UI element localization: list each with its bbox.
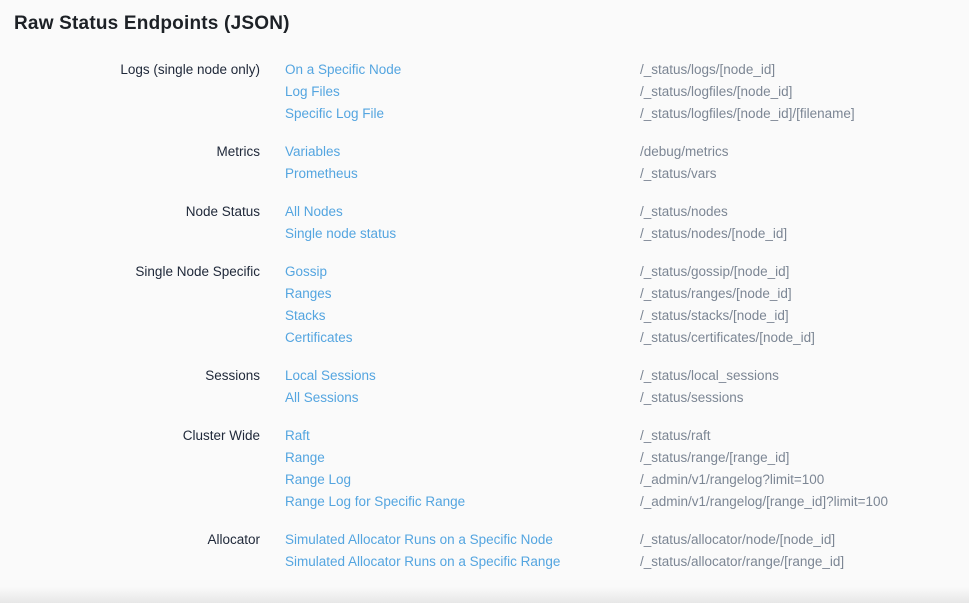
endpoint-path: /_status/nodes — [640, 201, 728, 223]
endpoint-row: All Sessions/_status/sessions — [285, 387, 969, 409]
endpoint-link[interactable]: Simulated Allocator Runs on a Specific N… — [285, 529, 640, 551]
endpoint-path: /_status/local_sessions — [640, 365, 779, 387]
endpoint-group: Metrics Variables/debug/metricsPrometheus… — [0, 141, 969, 185]
endpoint-link[interactable]: Simulated Allocator Runs on a Specific R… — [285, 551, 640, 573]
endpoint-path: /_status/allocator/range/[range_id] — [640, 551, 844, 573]
endpoint-row: Single node status/_status/nodes/[node_i… — [285, 223, 969, 245]
endpoint-path: /_status/allocator/node/[node_id] — [640, 529, 835, 551]
endpoint-group: Node Status All Nodes/_status/nodesSingle… — [0, 201, 969, 245]
endpoint-row: Prometheus/_status/vars — [285, 163, 969, 185]
endpoint-group: Logs (single node only) On a Specific Nod… — [0, 59, 969, 125]
endpoint-link[interactable]: Log Files — [285, 81, 640, 103]
endpoint-link[interactable]: Variables — [285, 141, 640, 163]
endpoint-path: /_status/ranges/[node_id] — [640, 283, 792, 305]
endpoint-row: Stacks/_status/stacks/[node_id] — [285, 305, 969, 327]
endpoint-rows: Raft/_status/raftRange/_status/range/[ra… — [285, 425, 969, 513]
endpoint-category-label: Metrics — [0, 141, 260, 185]
endpoint-link[interactable]: On a Specific Node — [285, 59, 640, 81]
endpoint-path: /_status/logs/[node_id] — [640, 59, 775, 81]
endpoint-row: Log Files/_status/logfiles/[node_id] — [285, 81, 969, 103]
endpoint-link[interactable]: All Sessions — [285, 387, 640, 409]
endpoint-row: All Nodes/_status/nodes — [285, 201, 969, 223]
endpoint-category-label: Node Status — [0, 201, 260, 245]
endpoint-rows: Local Sessions/_status/local_sessionsAll… — [285, 365, 969, 409]
endpoint-category-label: Single Node Specific — [0, 261, 260, 349]
endpoint-rows: All Nodes/_status/nodesSingle node statu… — [285, 201, 969, 245]
endpoint-row: Specific Log File/_status/logfiles/[node… — [285, 103, 969, 125]
endpoint-path: /_status/gossip/[node_id] — [640, 261, 789, 283]
page-title: Raw Status Endpoints (JSON) — [14, 13, 969, 35]
endpoint-link[interactable]: Ranges — [285, 283, 640, 305]
endpoint-groups: Logs (single node only) On a Specific Nod… — [0, 59, 969, 573]
endpoint-link[interactable]: Range Log for Specific Range — [285, 491, 640, 513]
endpoint-link[interactable]: Range Log — [285, 469, 640, 491]
endpoint-group: Cluster Wide Raft/_status/raftRange/_stat… — [0, 425, 969, 513]
endpoint-path: /_admin/v1/rangelog?limit=100 — [640, 469, 824, 491]
endpoint-path: /_status/sessions — [640, 387, 744, 409]
endpoint-path: /_status/logfiles/[node_id]/[filename] — [640, 103, 855, 125]
endpoint-category-label: Logs (single node only) — [0, 59, 260, 125]
endpoint-link[interactable]: Certificates — [285, 327, 640, 349]
endpoint-group: Single Node Specific Gossip/_status/gossi… — [0, 261, 969, 349]
endpoint-link[interactable]: Stacks — [285, 305, 640, 327]
endpoint-row: Local Sessions/_status/local_sessions — [285, 365, 969, 387]
endpoint-row: Certificates/_status/certificates/[node_… — [285, 327, 969, 349]
endpoint-row: Simulated Allocator Runs on a Specific N… — [285, 529, 969, 551]
endpoint-path: /_status/stacks/[node_id] — [640, 305, 789, 327]
endpoint-link[interactable]: Local Sessions — [285, 365, 640, 387]
raw-status-endpoints-page: Raw Status Endpoints (JSON) Logs (single… — [0, 0, 969, 573]
endpoint-group: Allocator Simulated Allocator Runs on a S… — [0, 529, 969, 573]
endpoint-rows: Variables/debug/metricsPrometheus/_statu… — [285, 141, 969, 185]
endpoint-path: /_admin/v1/rangelog/[range_id]?limit=100 — [640, 491, 888, 513]
endpoint-category-label: Allocator — [0, 529, 260, 573]
endpoint-row: Variables/debug/metrics — [285, 141, 969, 163]
endpoint-rows: On a Specific Node/_status/logs/[node_id… — [285, 59, 969, 125]
endpoint-link[interactable]: Raft — [285, 425, 640, 447]
endpoint-row: Gossip/_status/gossip/[node_id] — [285, 261, 969, 283]
endpoint-row: Range Log for Specific Range/_admin/v1/r… — [285, 491, 969, 513]
endpoint-path: /_status/range/[range_id] — [640, 447, 789, 469]
endpoint-row: Simulated Allocator Runs on a Specific R… — [285, 551, 969, 573]
endpoint-link[interactable]: All Nodes — [285, 201, 640, 223]
endpoint-category-label: Sessions — [0, 365, 260, 409]
endpoint-link[interactable]: Prometheus — [285, 163, 640, 185]
endpoint-row: Range Log/_admin/v1/rangelog?limit=100 — [285, 469, 969, 491]
endpoint-row: Range/_status/range/[range_id] — [285, 447, 969, 469]
endpoint-path: /debug/metrics — [640, 141, 729, 163]
endpoint-path: /_status/nodes/[node_id] — [640, 223, 787, 245]
endpoint-link[interactable]: Single node status — [285, 223, 640, 245]
endpoint-group: Sessions Local Sessions/_status/local_ses… — [0, 365, 969, 409]
endpoint-row: Ranges/_status/ranges/[node_id] — [285, 283, 969, 305]
endpoint-path: /_status/raft — [640, 425, 711, 447]
endpoint-row: On a Specific Node/_status/logs/[node_id… — [285, 59, 969, 81]
endpoint-link[interactable]: Gossip — [285, 261, 640, 283]
endpoint-path: /_status/certificates/[node_id] — [640, 327, 815, 349]
endpoint-path: /_status/vars — [640, 163, 717, 185]
endpoint-row: Raft/_status/raft — [285, 425, 969, 447]
endpoint-link[interactable]: Specific Log File — [285, 103, 640, 125]
bottom-page-edge — [0, 587, 969, 603]
endpoint-rows: Simulated Allocator Runs on a Specific N… — [285, 529, 969, 573]
endpoint-rows: Gossip/_status/gossip/[node_id]Ranges/_s… — [285, 261, 969, 349]
endpoint-path: /_status/logfiles/[node_id] — [640, 81, 792, 103]
endpoint-link[interactable]: Range — [285, 447, 640, 469]
endpoint-category-label: Cluster Wide — [0, 425, 260, 513]
